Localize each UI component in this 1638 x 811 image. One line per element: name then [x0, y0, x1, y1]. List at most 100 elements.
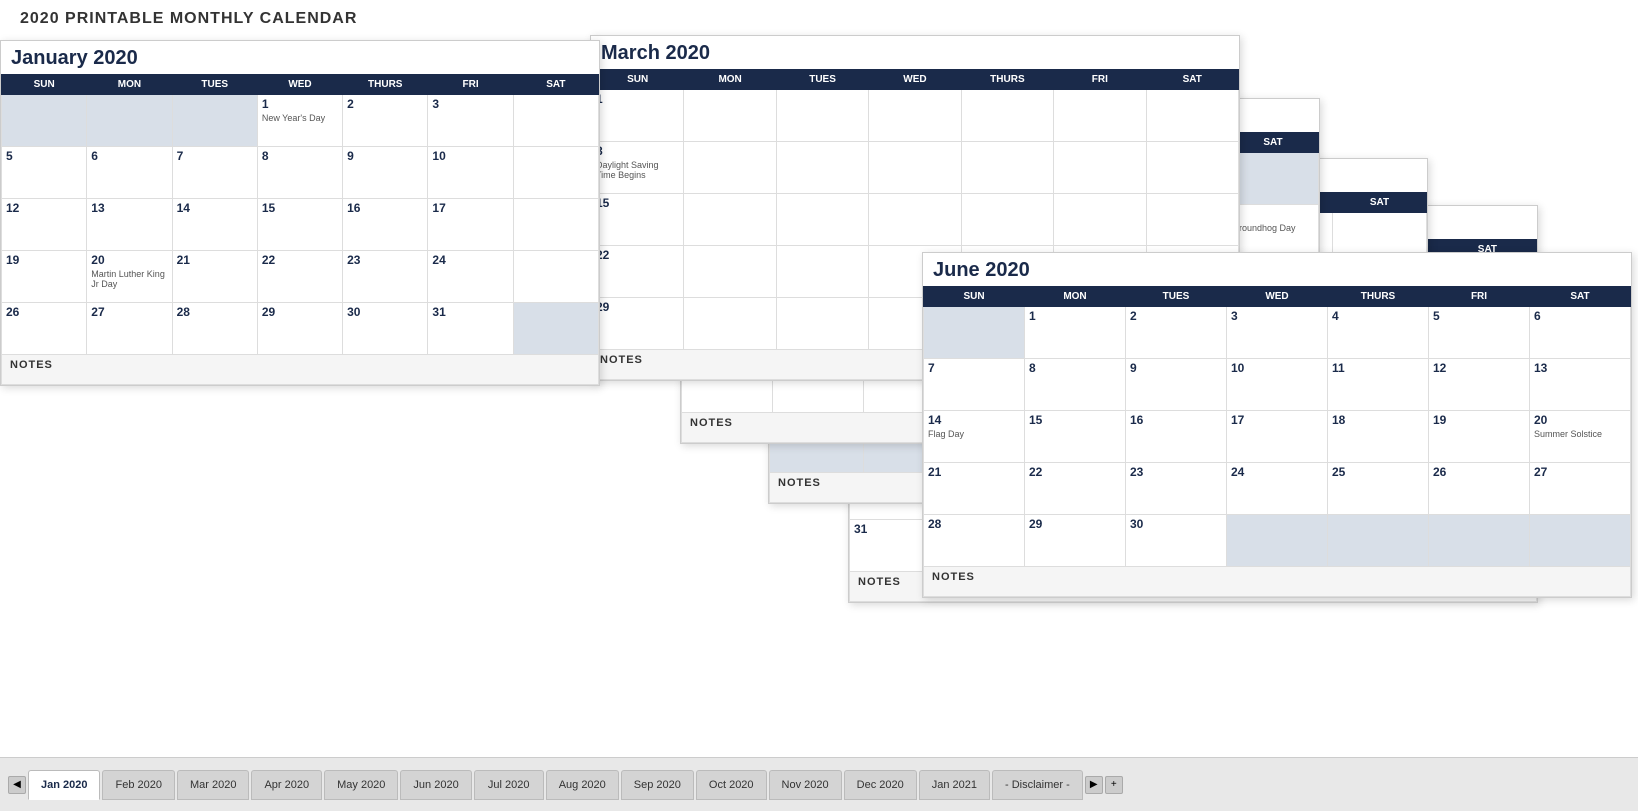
cell: 23 [1126, 463, 1227, 515]
tab-mar2020[interactable]: Mar 2020 [177, 770, 249, 800]
cell: 8 [257, 147, 342, 199]
table-row: 14Flag Day 15 16 17 18 19 20Summer Solst… [924, 411, 1631, 463]
cell [2, 95, 87, 147]
cell: 8 [1025, 359, 1126, 411]
cell: 6 [1530, 307, 1631, 359]
cell: 25 [1328, 463, 1429, 515]
tab-jan2021[interactable]: Jan 2021 [919, 770, 990, 800]
table-row: 1 2 3 4 5 6 [924, 307, 1631, 359]
col-thurs: THURS [343, 75, 428, 95]
col-tues: TUES [172, 75, 257, 95]
col-thurs: THURS [961, 70, 1053, 90]
tab-disclaimer[interactable]: - Disclaimer - [992, 770, 1083, 800]
col-sun: SUN [2, 75, 87, 95]
col-wed: WED [257, 75, 342, 95]
table-row: 12 13 14 15 16 17 [2, 199, 599, 251]
cell [776, 194, 868, 246]
cell: 21 [172, 251, 257, 303]
cell: 30 [1126, 515, 1227, 567]
tab-may2020[interactable]: May 2020 [324, 770, 398, 800]
notes-row: NOTES [2, 355, 599, 385]
cell: 12 [1429, 359, 1530, 411]
cell [1054, 194, 1146, 246]
tab-jul2020[interactable]: Jul 2020 [474, 770, 544, 800]
march-title: March 2020 [591, 36, 1239, 69]
col-wed: WED [869, 70, 961, 90]
cell: 14 [172, 199, 257, 251]
cell [869, 142, 961, 194]
cell: 27 [87, 303, 172, 355]
cell [1146, 194, 1238, 246]
table-row: 1 [592, 90, 1239, 142]
cell: 1New Year's Day [257, 95, 342, 147]
cell: 30 [343, 303, 428, 355]
cell: 11 [1328, 359, 1429, 411]
cell: 15 [257, 199, 342, 251]
tab-jan2020[interactable]: Jan 2020 [28, 770, 100, 800]
cell: 15 [592, 194, 684, 246]
tab-dec2020[interactable]: Dec 2020 [844, 770, 917, 800]
cell [684, 298, 776, 350]
tab-jun2020[interactable]: Jun 2020 [400, 770, 471, 800]
cell: 9 [1126, 359, 1227, 411]
cell: 26 [1429, 463, 1530, 515]
cell: 3 [428, 95, 513, 147]
table-row: 21 22 23 24 25 26 27 [924, 463, 1631, 515]
cell: 3 [1227, 307, 1328, 359]
june-grid: SUN MON TUES WED THURS FRI SAT 1 2 3 4 5 [923, 286, 1631, 597]
cell: 17 [428, 199, 513, 251]
cell [776, 246, 868, 298]
cell: 5 [1429, 307, 1530, 359]
cell [513, 147, 598, 199]
cell [961, 142, 1053, 194]
cell: 16 [343, 199, 428, 251]
col-mon: MON [684, 70, 776, 90]
tab-scroll-left[interactable]: ◀ [8, 776, 26, 794]
tab-aug2020[interactable]: Aug 2020 [546, 770, 619, 800]
cell: 17 [1227, 411, 1328, 463]
cell [1054, 142, 1146, 194]
cell [869, 194, 961, 246]
col-mon: MON [87, 75, 172, 95]
cell: 31 [428, 303, 513, 355]
cell: 12 [2, 199, 87, 251]
cell [776, 298, 868, 350]
cell: 27 [1530, 463, 1631, 515]
table-row: 8Daylight Saving Time Begins [592, 142, 1239, 194]
cell [961, 194, 1053, 246]
calendar-june: June 2020 SUN MON TUES WED THURS FRI SAT… [922, 252, 1632, 598]
table-row: 19 20Martin Luther King Jr Day 21 22 23 … [2, 251, 599, 303]
tab-sep2020[interactable]: Sep 2020 [621, 770, 694, 800]
cell [684, 142, 776, 194]
tab-nov2020[interactable]: Nov 2020 [769, 770, 842, 800]
cell: 7 [172, 147, 257, 199]
cell: 10 [428, 147, 513, 199]
col-fri: FRI [428, 75, 513, 95]
cell [513, 199, 598, 251]
calendar-january: January 2020 SUN MON TUES WED THURS FRI … [0, 40, 600, 386]
cell: 19 [2, 251, 87, 303]
cell [684, 90, 776, 142]
cell: 8Daylight Saving Time Begins [592, 142, 684, 194]
cell [1429, 515, 1530, 567]
col-sat: SAT [1333, 193, 1427, 213]
cell: 20Martin Luther King Jr Day [87, 251, 172, 303]
cell: 1 [1025, 307, 1126, 359]
cell [1328, 515, 1429, 567]
june-title: June 2020 [923, 253, 1631, 286]
cell [684, 246, 776, 298]
tab-apr2020[interactable]: Apr 2020 [251, 770, 322, 800]
cell: 4 [1328, 307, 1429, 359]
cell: 14Flag Day [924, 411, 1025, 463]
tab-scroll-right[interactable]: ▶ [1085, 776, 1103, 794]
cell [924, 307, 1025, 359]
cell [1227, 515, 1328, 567]
tab-feb2020[interactable]: Feb 2020 [102, 770, 174, 800]
cell [961, 90, 1053, 142]
tab-add[interactable]: + [1105, 776, 1123, 794]
col-tues: TUES [776, 70, 868, 90]
tab-oct2020[interactable]: Oct 2020 [696, 770, 767, 800]
january-title: January 2020 [1, 41, 599, 74]
cell: 5 [2, 147, 87, 199]
cell: 22 [1025, 463, 1126, 515]
